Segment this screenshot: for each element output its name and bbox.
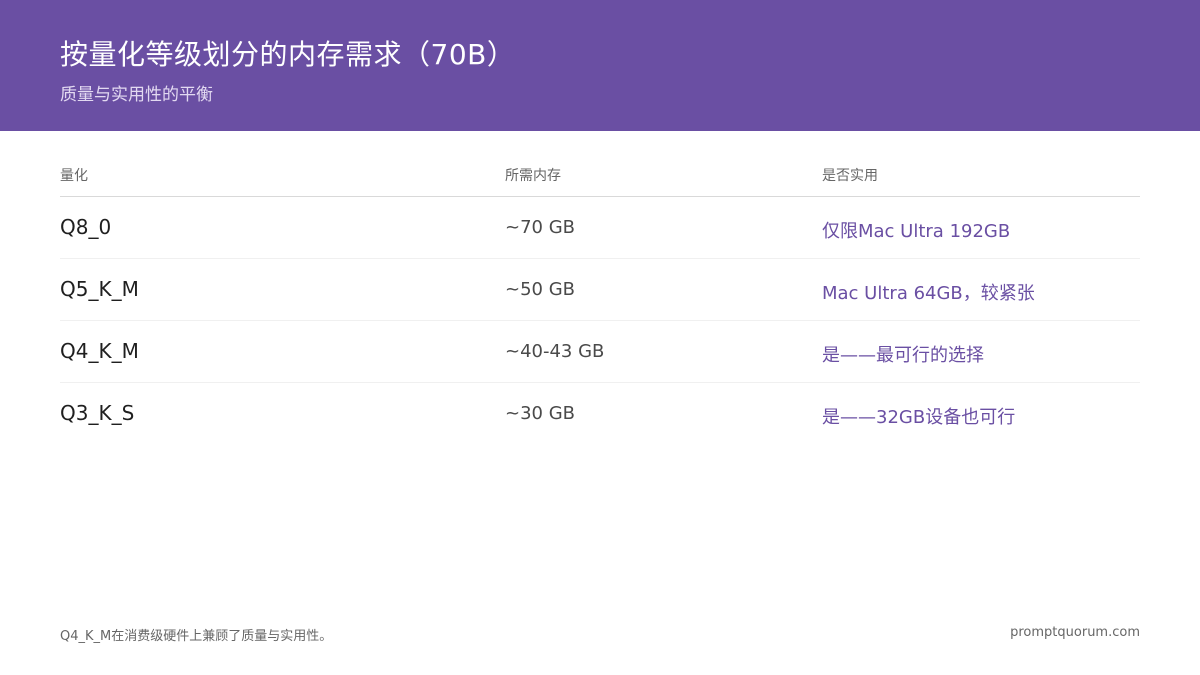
table-row: Q3_K_S ~30 GB 是——32GB设备也可行 xyxy=(60,383,1140,444)
footer-site: promptquorum.com xyxy=(1010,625,1140,640)
memory-cell: ~50 GB xyxy=(505,279,576,300)
footer-note: Q4_K_M在消费级硬件上兼顾了质量与实用性。 xyxy=(60,629,333,644)
column-header-quantization: 量化 xyxy=(60,168,88,184)
quant-cell: Q4_K_M xyxy=(60,339,139,363)
table-row: Q4_K_M ~40-43 GB 是——最可行的选择 xyxy=(60,321,1140,383)
page-subtitle: 质量与实用性的平衡 xyxy=(60,85,213,105)
memory-cell: ~30 GB xyxy=(505,403,576,424)
table-row: Q8_0 ~70 GB 仅限Mac Ultra 192GB xyxy=(60,197,1140,259)
practical-cell: 是——32GB设备也可行 xyxy=(822,407,1016,428)
column-header-memory: 所需内存 xyxy=(505,168,561,184)
quant-cell: Q5_K_M xyxy=(60,277,139,301)
page-title: 按量化等级划分的内存需求（70B） xyxy=(60,38,516,71)
memory-table: 量化 所需内存 是否实用 Q8_0 ~70 GB 仅限Mac Ultra 192… xyxy=(60,160,1140,444)
column-header-practical: 是否实用 xyxy=(822,168,878,184)
memory-cell: ~40-43 GB xyxy=(505,341,605,362)
table-header: 量化 所需内存 是否实用 xyxy=(60,160,1140,197)
practical-cell: 是——最可行的选择 xyxy=(822,345,984,366)
quant-cell: Q8_0 xyxy=(60,215,112,239)
practical-cell: 仅限Mac Ultra 192GB xyxy=(822,221,1011,242)
memory-cell: ~70 GB xyxy=(505,217,576,238)
quant-cell: Q3_K_S xyxy=(60,401,135,425)
table-row: Q5_K_M ~50 GB Mac Ultra 64GB，较紧张 xyxy=(60,259,1140,321)
practical-cell: Mac Ultra 64GB，较紧张 xyxy=(822,283,1035,304)
header-banner: 按量化等级划分的内存需求（70B） 质量与实用性的平衡 xyxy=(0,0,1200,131)
